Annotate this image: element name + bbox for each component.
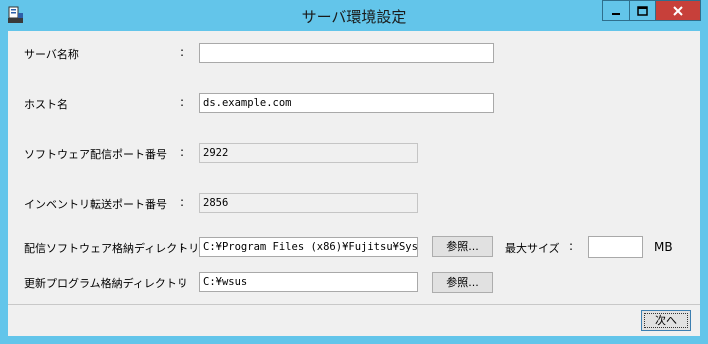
close-icon — [673, 5, 683, 16]
host-name-colon: : — [180, 95, 185, 109]
update-dir-label: 更新プログラム格納ディレクトリ — [24, 277, 188, 290]
software-dir-label: 配信ソフトウェア格納ディレクトリ — [24, 242, 200, 255]
software-dir-browse-button[interactable]: 参照... — [432, 236, 493, 257]
next-button[interactable]: 次へ — [641, 310, 691, 331]
software-dir-colon: : — [180, 239, 185, 253]
max-size-colon: : — [569, 239, 574, 253]
update-dir-input[interactable]: C:¥wsus — [199, 272, 418, 292]
max-size-input[interactable] — [588, 236, 643, 258]
footer-divider — [8, 304, 700, 305]
host-name-label: ホスト名 — [24, 98, 68, 111]
update-dir-browse-button[interactable]: 参照... — [432, 272, 493, 293]
minimize-button[interactable] — [602, 0, 629, 21]
title-bar[interactable]: サーバ環境設定 — [0, 0, 708, 30]
host-name-input[interactable]: ds.example.com — [199, 93, 494, 113]
dialog-body: サーバ名称 : ホスト名 : ds.example.com ソフトウェア配信ポー… — [8, 31, 700, 336]
server-name-colon: : — [180, 45, 185, 59]
dialog-window: サーバ環境設定 サーバ名称 : ホスト名 : ds.example.com ソフ… — [0, 0, 708, 344]
inventory-port-label: インベントリ転送ポート番号 — [24, 198, 167, 211]
server-name-label: サーバ名称 — [24, 48, 79, 61]
inventory-port-field: 2856 — [199, 193, 418, 213]
max-size-unit: MB — [654, 240, 673, 254]
update-dir-colon: : — [180, 274, 185, 288]
server-name-input[interactable] — [199, 43, 494, 63]
software-port-field: 2922 — [199, 143, 418, 163]
close-button[interactable] — [656, 0, 701, 21]
max-size-label: 最大サイズ — [505, 242, 560, 255]
inventory-port-colon: : — [180, 195, 185, 209]
software-dir-input[interactable]: C:¥Program Files (x86)¥Fujitsu¥Systemwal… — [199, 237, 418, 257]
maximize-button[interactable] — [629, 0, 656, 21]
minimize-icon — [612, 12, 620, 15]
software-port-colon: : — [180, 145, 185, 159]
software-port-label: ソフトウェア配信ポート番号 — [24, 148, 167, 161]
maximize-icon — [637, 5, 648, 16]
